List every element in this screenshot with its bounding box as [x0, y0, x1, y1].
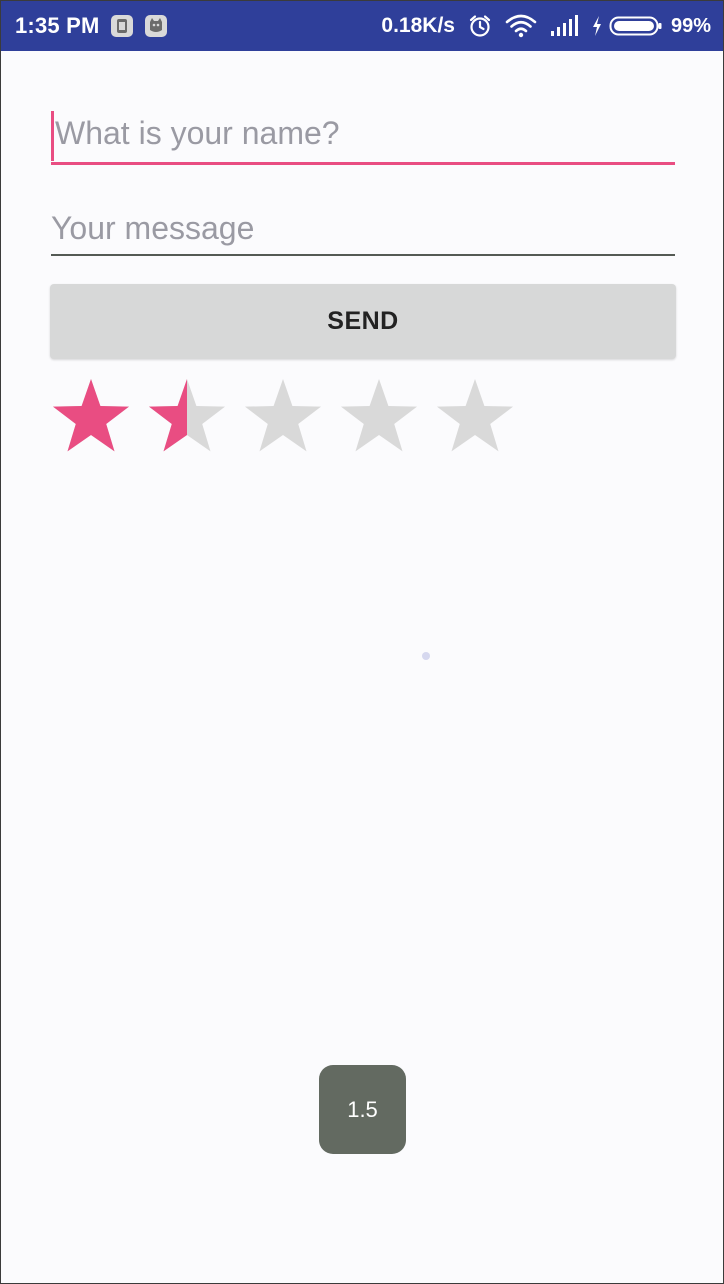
message-underline [51, 254, 675, 256]
signal-icon [550, 15, 578, 36]
status-right-group: 0.18K/s 99% [381, 1, 711, 51]
toast-message: 1.5 [319, 1065, 406, 1154]
message-input[interactable] [51, 206, 675, 250]
rating-star-icon[interactable] [337, 375, 433, 457]
message-field[interactable] [51, 206, 675, 256]
alarm-icon [469, 15, 491, 37]
app-screen: 1:35 PM 0.18K/s 99% What is your name? Y… [0, 0, 724, 1284]
text-cursor [51, 111, 54, 161]
battery-icon [609, 16, 662, 36]
status-bar: 1:35 PM 0.18K/s 99% [1, 1, 723, 51]
rating-star-icon[interactable] [241, 375, 337, 457]
rating-star-icon[interactable] [145, 375, 241, 457]
charging-icon [592, 16, 601, 36]
wifi-icon [505, 14, 537, 38]
notification-icon [111, 15, 133, 37]
cat-app-icon [145, 15, 167, 37]
name-field[interactable] [51, 111, 679, 165]
decorative-dot [422, 652, 430, 660]
rating-star-icon[interactable] [433, 375, 529, 457]
network-speed: 0.18K/s [381, 14, 455, 37]
name-underline [51, 162, 675, 165]
send-button[interactable]: SEND [50, 284, 676, 359]
status-time: 1:35 PM [15, 13, 100, 38]
battery-percent: 99% [670, 14, 711, 37]
rating-star-icon[interactable] [49, 375, 145, 457]
rating-bar[interactable] [49, 375, 529, 457]
name-input[interactable] [51, 111, 679, 155]
